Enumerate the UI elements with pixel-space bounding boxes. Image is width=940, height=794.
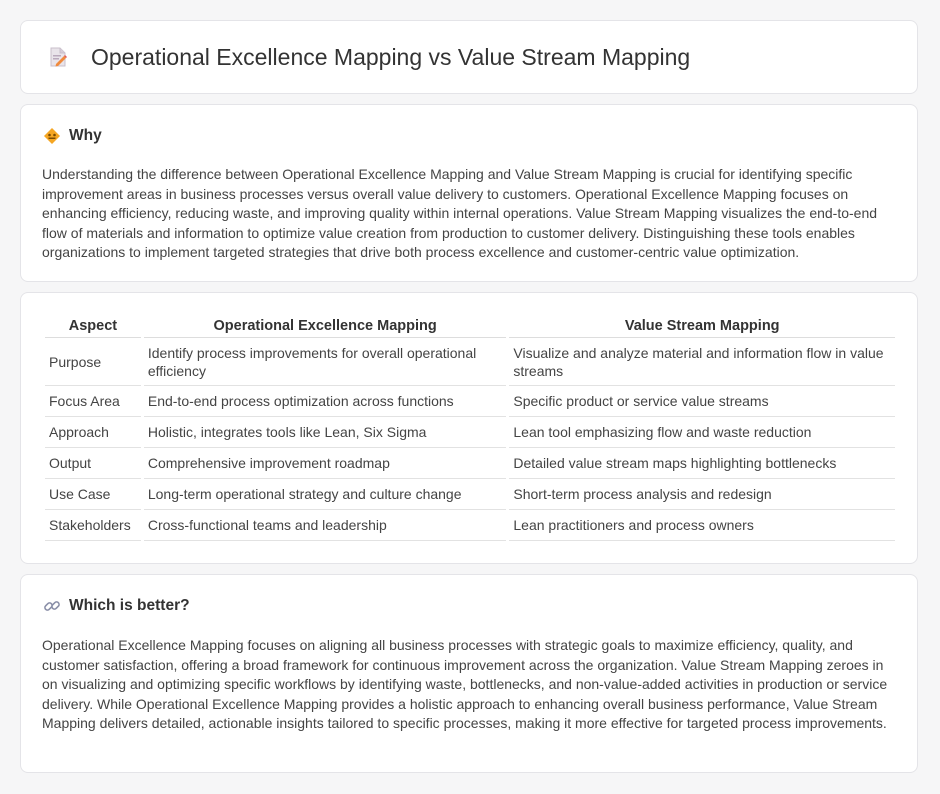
header-card: Operational Excellence Mapping vs Value … [20, 20, 918, 94]
comparison-section: Aspect Operational Excellence Mapping Va… [20, 292, 918, 564]
which-is-better-section: Which is better? Operational Excellence … [20, 574, 918, 773]
table-row: Output Comprehensive improvement roadmap… [45, 448, 895, 479]
header-aspect: Aspect [45, 315, 141, 338]
cell-operational-excellence: Holistic, integrates tools like Lean, Si… [143, 417, 507, 448]
cell-aspect: Purpose [45, 338, 141, 386]
table-row: Stakeholders Cross-functional teams and … [45, 510, 895, 541]
link-icon [43, 597, 61, 615]
cell-aspect: Output [45, 448, 141, 479]
document-pencil-icon [47, 46, 69, 68]
table-row: Approach Holistic, integrates tools like… [45, 417, 895, 448]
header-value-stream: Value Stream Mapping [509, 315, 895, 338]
header-operational-excellence: Operational Excellence Mapping [143, 315, 507, 338]
cell-value-stream: Specific product or service value stream… [509, 386, 895, 417]
why-section: Why Understanding the difference between… [20, 104, 918, 282]
cell-operational-excellence: Cross-functional teams and leadership [143, 510, 507, 541]
cell-aspect: Use Case [45, 479, 141, 510]
cell-operational-excellence: Comprehensive improvement roadmap [143, 448, 507, 479]
why-title: Why [69, 127, 102, 144]
cell-operational-excellence: End-to-end process optimization across f… [143, 386, 507, 417]
cell-aspect: Stakeholders [45, 510, 141, 541]
cell-aspect: Focus Area [45, 386, 141, 417]
cell-operational-excellence: Long-term operational strategy and cultu… [143, 479, 507, 510]
better-heading: Which is better? [43, 597, 190, 615]
cell-value-stream: Lean tool emphasizing flow and waste red… [509, 417, 895, 448]
comparison-table: Aspect Operational Excellence Mapping Va… [42, 315, 898, 541]
page-title: Operational Excellence Mapping vs Value … [91, 43, 691, 70]
why-text: Understanding the difference between Ope… [42, 166, 878, 260]
cell-operational-excellence: Identify process improvements for overal… [143, 338, 507, 386]
cell-value-stream: Lean practitioners and process owners [509, 510, 895, 541]
diamond-sign-icon [43, 127, 61, 145]
cell-value-stream: Detailed value stream maps highlighting … [509, 448, 895, 479]
cell-aspect: Approach [45, 417, 141, 448]
table-header-row: Aspect Operational Excellence Mapping Va… [45, 315, 895, 338]
table-row: Use Case Long-term operational strategy … [45, 479, 895, 510]
better-title: Which is better? [69, 597, 190, 614]
cell-value-stream: Visualize and analyze material and infor… [509, 338, 895, 386]
why-heading: Why [43, 127, 102, 145]
cell-value-stream: Short-term process analysis and redesign [509, 479, 895, 510]
better-text: Operational Excellence Mapping focuses o… [42, 637, 888, 731]
table-row: Focus Area End-to-end process optimizati… [45, 386, 895, 417]
table-row: Purpose Identify process improvements fo… [45, 338, 895, 386]
